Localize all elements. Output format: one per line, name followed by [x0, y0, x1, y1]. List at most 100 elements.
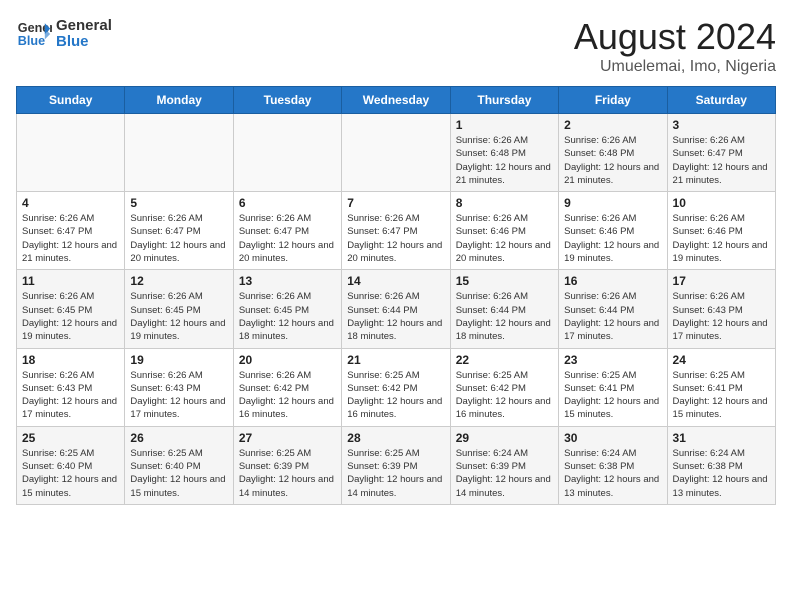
day-info: Sunrise: 6:26 AM Sunset: 6:42 PM Dayligh… — [239, 369, 336, 422]
day-info: Sunrise: 6:25 AM Sunset: 6:40 PM Dayligh… — [130, 447, 227, 500]
day-info: Sunrise: 6:26 AM Sunset: 6:47 PM Dayligh… — [130, 212, 227, 265]
day-info: Sunrise: 6:26 AM Sunset: 6:43 PM Dayligh… — [130, 369, 227, 422]
day-number: 14 — [347, 274, 444, 288]
day-info: Sunrise: 6:25 AM Sunset: 6:42 PM Dayligh… — [347, 369, 444, 422]
day-number: 8 — [456, 196, 553, 210]
calendar-cell: 24 Sunrise: 6:25 AM Sunset: 6:41 PM Dayli… — [667, 348, 775, 426]
logo: General Blue General Blue — [16, 16, 112, 52]
day-number: 18 — [22, 353, 119, 367]
day-number: 29 — [456, 431, 553, 445]
day-number: 9 — [564, 196, 661, 210]
calendar-cell: 15 Sunrise: 6:26 AM Sunset: 6:44 PM Dayli… — [450, 270, 558, 348]
day-number: 24 — [673, 353, 770, 367]
day-info: Sunrise: 6:26 AM Sunset: 6:45 PM Dayligh… — [130, 290, 227, 343]
calendar-cell: 3 Sunrise: 6:26 AM Sunset: 6:47 PM Daylig… — [667, 114, 775, 192]
day-info: Sunrise: 6:26 AM Sunset: 6:47 PM Dayligh… — [347, 212, 444, 265]
calendar-cell: 2 Sunrise: 6:26 AM Sunset: 6:48 PM Daylig… — [559, 114, 667, 192]
day-info: Sunrise: 6:25 AM Sunset: 6:40 PM Dayligh… — [22, 447, 119, 500]
weekday-sunday: Sunday — [17, 87, 125, 114]
day-number: 28 — [347, 431, 444, 445]
calendar-cell: 9 Sunrise: 6:26 AM Sunset: 6:46 PM Daylig… — [559, 192, 667, 270]
calendar-cell: 17 Sunrise: 6:26 AM Sunset: 6:43 PM Dayli… — [667, 270, 775, 348]
weekday-friday: Friday — [559, 87, 667, 114]
day-info: Sunrise: 6:26 AM Sunset: 6:46 PM Dayligh… — [673, 212, 770, 265]
weekday-monday: Monday — [125, 87, 233, 114]
day-info: Sunrise: 6:26 AM Sunset: 6:46 PM Dayligh… — [564, 212, 661, 265]
day-info: Sunrise: 6:25 AM Sunset: 6:42 PM Dayligh… — [456, 369, 553, 422]
day-info: Sunrise: 6:26 AM Sunset: 6:46 PM Dayligh… — [456, 212, 553, 265]
day-number: 6 — [239, 196, 336, 210]
day-number: 23 — [564, 353, 661, 367]
calendar-cell: 31 Sunrise: 6:24 AM Sunset: 6:38 PM Dayli… — [667, 426, 775, 504]
calendar-cell: 14 Sunrise: 6:26 AM Sunset: 6:44 PM Dayli… — [342, 270, 450, 348]
day-number: 22 — [456, 353, 553, 367]
calendar-cell: 28 Sunrise: 6:25 AM Sunset: 6:39 PM Dayli… — [342, 426, 450, 504]
header: General Blue General Blue August 2024 Um… — [16, 16, 776, 76]
calendar-cell: 29 Sunrise: 6:24 AM Sunset: 6:39 PM Dayli… — [450, 426, 558, 504]
day-info: Sunrise: 6:25 AM Sunset: 6:39 PM Dayligh… — [347, 447, 444, 500]
day-info: Sunrise: 6:26 AM Sunset: 6:47 PM Dayligh… — [673, 134, 770, 187]
calendar-title: August 2024 — [574, 16, 776, 58]
calendar-cell: 21 Sunrise: 6:25 AM Sunset: 6:42 PM Dayli… — [342, 348, 450, 426]
day-number: 17 — [673, 274, 770, 288]
day-number: 20 — [239, 353, 336, 367]
calendar-cell — [233, 114, 341, 192]
weekday-saturday: Saturday — [667, 87, 775, 114]
day-info: Sunrise: 6:25 AM Sunset: 6:41 PM Dayligh… — [673, 369, 770, 422]
day-number: 30 — [564, 431, 661, 445]
day-number: 12 — [130, 274, 227, 288]
day-number: 25 — [22, 431, 119, 445]
day-number: 16 — [564, 274, 661, 288]
weekday-tuesday: Tuesday — [233, 87, 341, 114]
weekday-wednesday: Wednesday — [342, 87, 450, 114]
day-info: Sunrise: 6:26 AM Sunset: 6:44 PM Dayligh… — [347, 290, 444, 343]
logo-line1: General — [56, 18, 112, 35]
calendar-cell: 20 Sunrise: 6:26 AM Sunset: 6:42 PM Dayli… — [233, 348, 341, 426]
logo-icon: General Blue — [16, 16, 52, 52]
calendar-cell: 5Sunrise: 6:26 AM Sunset: 6:47 PM Daylig… — [125, 192, 233, 270]
day-number: 3 — [673, 118, 770, 132]
day-info: Sunrise: 6:25 AM Sunset: 6:41 PM Dayligh… — [564, 369, 661, 422]
svg-text:Blue: Blue — [18, 34, 45, 48]
day-number: 15 — [456, 274, 553, 288]
day-info: Sunrise: 6:25 AM Sunset: 6:39 PM Dayligh… — [239, 447, 336, 500]
calendar-cell: 25 Sunrise: 6:25 AM Sunset: 6:40 PM Dayli… — [17, 426, 125, 504]
calendar-cell: 16 Sunrise: 6:26 AM Sunset: 6:44 PM Dayli… — [559, 270, 667, 348]
calendar-cell: 26 Sunrise: 6:25 AM Sunset: 6:40 PM Dayli… — [125, 426, 233, 504]
calendar-cell: 6Sunrise: 6:26 AM Sunset: 6:47 PM Daylig… — [233, 192, 341, 270]
day-info: Sunrise: 6:26 AM Sunset: 6:45 PM Dayligh… — [22, 290, 119, 343]
day-info: Sunrise: 6:26 AM Sunset: 6:45 PM Dayligh… — [239, 290, 336, 343]
calendar-table: SundayMondayTuesdayWednesdayThursdayFrid… — [16, 86, 776, 505]
weekday-thursday: Thursday — [450, 87, 558, 114]
title-area: August 2024 Umuelemai, Imo, Nigeria — [574, 16, 776, 76]
day-number: 13 — [239, 274, 336, 288]
day-info: Sunrise: 6:24 AM Sunset: 6:38 PM Dayligh… — [673, 447, 770, 500]
day-info: Sunrise: 6:26 AM Sunset: 6:48 PM Dayligh… — [456, 134, 553, 187]
calendar-cell — [125, 114, 233, 192]
calendar-cell: 18 Sunrise: 6:26 AM Sunset: 6:43 PM Dayli… — [17, 348, 125, 426]
day-number: 26 — [130, 431, 227, 445]
day-number: 21 — [347, 353, 444, 367]
day-number: 10 — [673, 196, 770, 210]
day-info: Sunrise: 6:26 AM Sunset: 6:44 PM Dayligh… — [456, 290, 553, 343]
day-number: 31 — [673, 431, 770, 445]
calendar-cell: 1Sunrise: 6:26 AM Sunset: 6:48 PM Daylig… — [450, 114, 558, 192]
calendar-cell: 27Sunrise: 6:25 AM Sunset: 6:39 PM Dayli… — [233, 426, 341, 504]
day-info: Sunrise: 6:24 AM Sunset: 6:38 PM Dayligh… — [564, 447, 661, 500]
day-info: Sunrise: 6:26 AM Sunset: 6:47 PM Dayligh… — [22, 212, 119, 265]
day-number: 7 — [347, 196, 444, 210]
day-number: 19 — [130, 353, 227, 367]
day-info: Sunrise: 6:26 AM Sunset: 6:44 PM Dayligh… — [564, 290, 661, 343]
day-info: Sunrise: 6:26 AM Sunset: 6:43 PM Dayligh… — [22, 369, 119, 422]
day-number: 2 — [564, 118, 661, 132]
day-info: Sunrise: 6:26 AM Sunset: 6:43 PM Dayligh… — [673, 290, 770, 343]
calendar-cell: 11 Sunrise: 6:26 AM Sunset: 6:45 PM Dayli… — [17, 270, 125, 348]
day-info: Sunrise: 6:26 AM Sunset: 6:48 PM Dayligh… — [564, 134, 661, 187]
calendar-cell: 30 Sunrise: 6:24 AM Sunset: 6:38 PM Dayli… — [559, 426, 667, 504]
calendar-cell: 19 Sunrise: 6:26 AM Sunset: 6:43 PM Dayli… — [125, 348, 233, 426]
calendar-cell: 8 Sunrise: 6:26 AM Sunset: 6:46 PM Daylig… — [450, 192, 558, 270]
day-info: Sunrise: 6:24 AM Sunset: 6:39 PM Dayligh… — [456, 447, 553, 500]
day-number: 11 — [22, 274, 119, 288]
calendar-subtitle: Umuelemai, Imo, Nigeria — [574, 58, 776, 76]
calendar-cell: 7 Sunrise: 6:26 AM Sunset: 6:47 PM Daylig… — [342, 192, 450, 270]
